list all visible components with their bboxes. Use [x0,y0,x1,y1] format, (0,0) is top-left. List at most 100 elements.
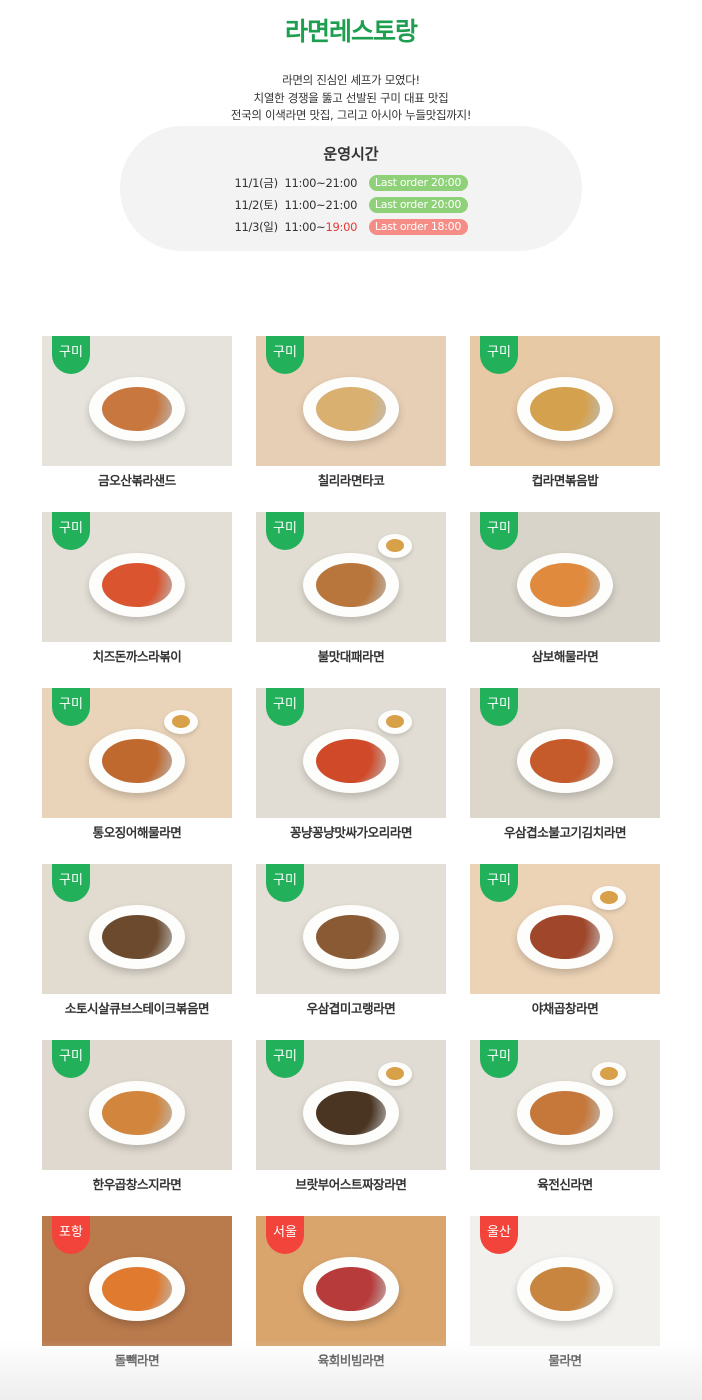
menu-card[interactable]: 구미 불맛대패라면 [256,512,446,664]
food-illustration [530,1090,600,1135]
hours-time-end: 19:00 [325,220,358,234]
region-tag: 구미 [52,688,90,726]
menu-photo[interactable]: 구미 [470,336,660,466]
menu-card[interactable]: 구미칠리라면타코 [256,336,446,488]
food-illustration [102,914,172,959]
menu-card[interactable]: 구미통오징어해물라면 [42,688,232,840]
menu-photo[interactable]: 구미 [42,512,232,642]
hours-time: 11:00~19:00 [284,220,358,234]
menu-photo[interactable]: 구미 [42,864,232,994]
menu-photo[interactable]: 구미 [256,512,446,642]
hours-date: 11/1(금) [234,176,279,190]
food-illustration [102,1090,172,1135]
menu-card[interactable]: 구미 우삼겹소불고기김치라면 [470,688,660,840]
menu-name: 야채곱창라면 [531,1001,599,1016]
menu-name: 돌빽라면 [114,1353,160,1368]
menu-photo[interactable]: 포항 [42,1216,232,1346]
hours-time: 11:00~21:00 [284,198,358,212]
menu-photo[interactable]: 구미 [470,1040,660,1170]
hours-time-end: 21:00 [325,176,358,190]
region-tag: 구미 [52,864,90,902]
hours-row: 11/2(토) 11:00~21:00 Last order 20:00 [120,194,582,216]
menu-photo[interactable]: 구미 [256,1040,446,1170]
menu-card[interactable]: 구미브랏부어스트짜장라면 [256,1040,446,1192]
hours-row: 11/1(금) 11:00~21:00 Last order 20:00 [120,172,582,194]
menu-card[interactable]: 울산물라면 [470,1216,660,1368]
menu-card[interactable]: 구미컵라면볶음밥 [470,336,660,488]
menu-card[interactable]: 구미우삼겹미고랭라면 [256,864,446,1016]
menu-card[interactable]: 구미육전신라면 [470,1040,660,1192]
region-tag: 구미 [52,336,90,374]
food-illustration [530,562,600,607]
menu-photo[interactable]: 서울 [256,1216,446,1346]
menu-photo[interactable]: 울산 [470,1216,660,1346]
menu-card[interactable]: 구미 삼보해물라면 [470,512,660,664]
menu-card[interactable]: 구미야채곱창라면 [470,864,660,1016]
menu-card[interactable]: 구미꽁냥꽁냥맛싸가오리라면 [256,688,446,840]
region-tag: 서울 [266,1216,304,1254]
region-tag: 구미 [266,336,304,374]
menu-grid: 구미 금오산볶라샌드 구미 칠리라면타코 구미 컵라면볶음밥 구미 치즈돈까스라볶이 구미 불맛대… [42,336,660,1368]
region-tag: 구미 [266,1040,304,1078]
menu-name: 금오산볶라샌드 [98,473,176,488]
side-dish-illustration [378,534,412,558]
region-tag: 구미 [266,512,304,550]
menu-photo[interactable]: 구미 [42,336,232,466]
region-tag: 구미 [480,688,518,726]
menu-name: 칠리라면타코 [317,473,385,488]
region-tag: 구미 [52,512,90,550]
region-tag: 구미 [480,864,518,902]
food-illustration [530,738,600,783]
food-illustration [316,914,386,959]
menu-name: 브랏부어스트짜장라면 [295,1177,407,1192]
menu-card[interactable]: 구미치즈돈까스라볶이 [42,512,232,664]
menu-card[interactable]: 포항돌빽라면 [42,1216,232,1368]
side-dish-illustration [164,710,198,734]
menu-card[interactable]: 구미 한우곱창스지라면 [42,1040,232,1192]
side-dish-illustration [592,1062,626,1086]
food-illustration [530,386,600,431]
food-illustration [316,1090,386,1135]
food-illustration [530,1266,600,1311]
side-dish-illustration [592,886,626,910]
last-order-badge: Last order 18:00 [368,219,468,235]
header: 라면레스토랑 라면의 진심인 셰프가 모였다! 치열한 경쟁을 뚫고 선발된 구… [0,0,702,125]
region-tag: 구미 [266,864,304,902]
food-illustration [316,1266,386,1311]
food-illustration [102,562,172,607]
menu-card[interactable]: 구미금오산볶라샌드 [42,336,232,488]
hours-date: 11/2(토) [234,198,279,212]
menu-photo[interactable]: 구미 [470,864,660,994]
menu-name: 물라면 [548,1353,582,1368]
food-illustration [316,386,386,431]
food-illustration [316,562,386,607]
page-title: 라면레스토랑 [284,17,418,46]
intro-line-3: 전국의 이색라면 맛집, 그리고 아시아 누들맛집까지! [230,108,472,122]
menu-name: 우삼겹미고랭라면 [306,1001,396,1016]
menu-photo[interactable]: 구미 [256,864,446,994]
menu-photo[interactable]: 구미 [42,1040,232,1170]
food-illustration [102,1266,172,1311]
menu-photo[interactable]: 구미 [470,688,660,818]
region-tag: 구미 [480,336,518,374]
menu-card[interactable]: 서울 육회비빔라면 [256,1216,446,1368]
hours-row: 11/3(일) 11:00~19:00 Last order 18:00 [120,216,582,238]
menu-name: 꽁냥꽁냥맛싸가오리라면 [289,825,413,840]
menu-photo[interactable]: 구미 [256,688,446,818]
menu-card[interactable]: 구미 소토시살큐브스테이크볶음면 [42,864,232,1016]
hours-date: 11/3(일) [234,220,279,234]
side-dish-illustration [378,1062,412,1086]
food-illustration [102,386,172,431]
menu-name: 육전신라면 [537,1177,593,1192]
region-tag: 구미 [52,1040,90,1078]
menu-name: 통오징어해물라면 [92,825,182,840]
last-order-badge: Last order 20:00 [368,175,468,191]
hours-time-start: 11:00~ [284,220,326,234]
menu-name: 컵라면볶음밥 [531,473,599,488]
region-tag: 구미 [480,1040,518,1078]
menu-photo[interactable]: 구미 [256,336,446,466]
menu-photo[interactable]: 구미 [470,512,660,642]
menu-photo[interactable]: 구미 [42,688,232,818]
menu-name: 치즈돈까스라볶이 [92,649,182,664]
hours-time-start: 11:00~ [284,198,326,212]
